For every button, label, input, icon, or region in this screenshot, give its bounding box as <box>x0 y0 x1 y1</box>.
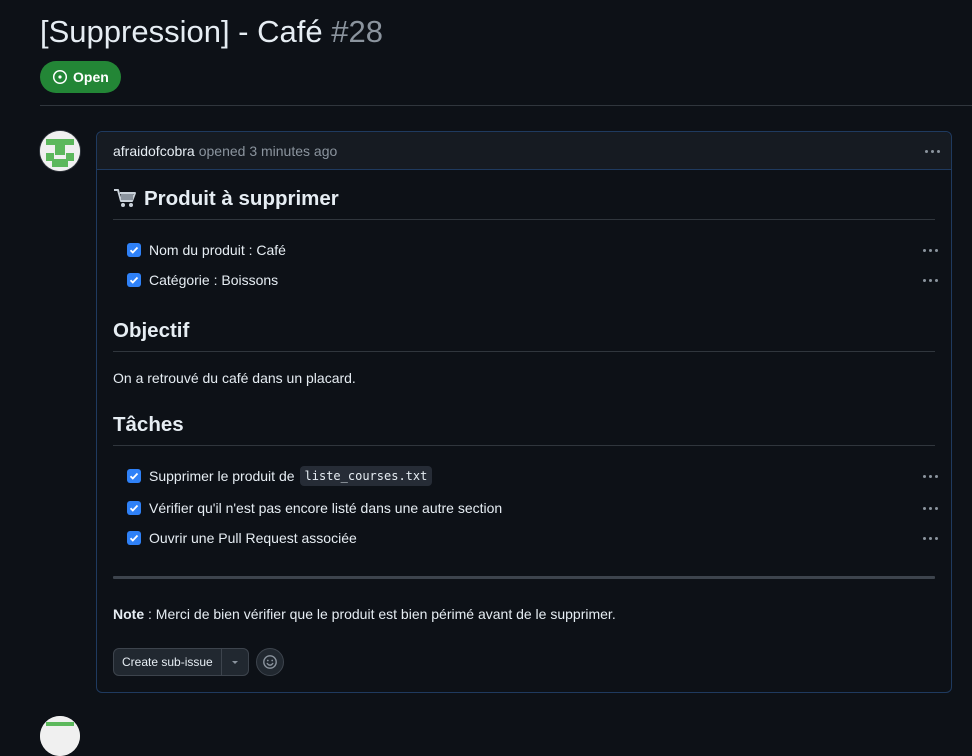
task-item[interactable]: Ouvrir une Pull Request associée <box>127 528 357 548</box>
section-heading-taches: Tâches <box>113 413 935 446</box>
check-icon <box>129 472 139 480</box>
task-label: Ouvrir une Pull Request associée <box>149 530 357 546</box>
note-paragraph: Note : Merci de bien vérifier que le pro… <box>113 606 616 622</box>
issue-comment: afraidofcobra opened 3 minutes ago Produ… <box>96 131 952 693</box>
task-item[interactable]: Vérifier qu'il n'est pas encore listé da… <box>127 498 502 518</box>
check-icon <box>129 504 139 512</box>
check-icon <box>129 534 139 542</box>
section-heading-produit: Produit à supprimer <box>113 187 935 220</box>
task-label: Catégorie : Boissons <box>149 272 279 288</box>
comment-author[interactable]: afraidofcobra <box>113 143 195 159</box>
section-heading-text: Produit à supprimer <box>144 187 339 210</box>
note-label: Note <box>113 606 145 622</box>
section-heading-objectif: Objectif <box>113 319 935 352</box>
checkbox-checked[interactable] <box>127 273 141 287</box>
identicon-icon <box>40 716 80 756</box>
create-sub-issue-button[interactable]: Create sub-issue <box>114 649 222 675</box>
checkbox-checked[interactable] <box>127 469 141 483</box>
status-badge: Open <box>40 61 121 93</box>
cart-icon <box>114 189 136 207</box>
smiley-icon <box>263 655 277 669</box>
avatar[interactable] <box>40 131 80 171</box>
task-menu-icon[interactable] <box>920 272 940 288</box>
status-label: Open <box>73 69 109 85</box>
task-item[interactable]: Supprimer le produit de liste_courses.tx… <box>127 466 433 486</box>
add-reaction-button[interactable] <box>256 648 284 676</box>
task-label: Supprimer le produit de <box>149 468 295 484</box>
create-sub-issue-dropdown[interactable] <box>222 649 248 675</box>
task-label: Vérifier qu'il n'est pas encore listé da… <box>149 500 503 516</box>
task-menu-icon[interactable] <box>920 468 940 484</box>
checkbox-checked[interactable] <box>127 243 141 257</box>
header-divider <box>40 105 972 106</box>
horizontal-rule <box>113 576 935 579</box>
task-menu-icon[interactable] <box>920 500 940 516</box>
check-icon <box>129 246 139 254</box>
identicon-icon <box>40 131 80 171</box>
issue-opened-icon <box>52 69 68 85</box>
task-label: Nom du produit : Café <box>149 242 286 258</box>
issue-number: #28 <box>331 14 383 49</box>
triangle-down-icon <box>231 661 238 664</box>
create-sub-issue-split-button: Create sub-issue <box>113 648 249 676</box>
task-item[interactable]: Catégorie : Boissons <box>127 270 278 290</box>
comment-meta[interactable]: opened 3 minutes ago <box>199 143 338 159</box>
comment-menu-icon[interactable] <box>922 143 942 159</box>
inline-code: liste_courses.txt <box>299 466 433 486</box>
comment-header: afraidofcobra opened 3 minutes ago <box>97 132 951 170</box>
issue-title: [Suppression] - Café #28 <box>40 14 383 50</box>
note-text: : Merci de bien vérifier que le produit … <box>144 606 616 622</box>
issue-title-text: [Suppression] - Café <box>40 14 323 49</box>
next-comment-avatar[interactable] <box>40 716 80 756</box>
objective-text: On a retrouvé du café dans un placard. <box>113 370 356 386</box>
check-icon <box>129 276 139 284</box>
task-item[interactable]: Nom du produit : Café <box>127 240 286 260</box>
checkbox-checked[interactable] <box>127 501 141 515</box>
task-menu-icon[interactable] <box>920 530 940 546</box>
checkbox-checked[interactable] <box>127 531 141 545</box>
task-menu-icon[interactable] <box>920 242 940 258</box>
